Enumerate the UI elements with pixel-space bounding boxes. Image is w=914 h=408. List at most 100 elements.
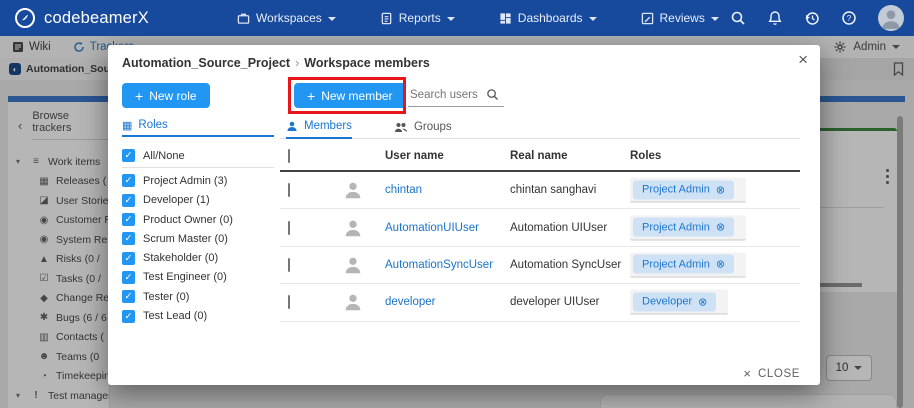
briefcase-icon [237, 12, 250, 25]
tab-members[interactable]: Members [286, 120, 352, 139]
top-menu: Workspaces Reports Dashboards Reviews [237, 11, 719, 25]
column-real-name: Real name [510, 150, 568, 162]
role-chip: Developer⊗ [633, 292, 716, 311]
roles-cell: Project Admin⊗ [630, 178, 746, 203]
role-label: Stakeholder (0) [143, 252, 218, 264]
help-icon[interactable]: ? [841, 10, 857, 26]
role-filter-developer[interactable]: ✓Developer (1) [122, 191, 274, 210]
role-filter-test-lead[interactable]: ✓ Test Lead (0) [122, 306, 274, 325]
role-chip-label: Project Admin [642, 258, 710, 270]
review-icon [641, 12, 654, 25]
chevron-down-icon [711, 17, 719, 21]
menu-reports[interactable]: Reports [380, 11, 455, 25]
roles-cell: Developer⊗ [630, 290, 728, 315]
column-user-name: User name [385, 150, 444, 162]
row-checkbox[interactable] [288, 259, 290, 271]
chevron-down-icon [328, 17, 336, 21]
remove-role-icon[interactable]: ⊗ [716, 221, 725, 234]
new-member-button[interactable]: + New member [294, 83, 406, 108]
breadcrumb-separator: › [295, 56, 299, 70]
members-groups-tabs: Members Groups [280, 115, 800, 139]
tab-groups[interactable]: Groups [394, 121, 452, 138]
role-chip: Project Admin⊗ [633, 180, 734, 199]
role-filter-project-admin[interactable]: ✓Project Admin (3) [122, 171, 274, 190]
members-table: User name Real name Roles chintan chinta… [280, 141, 800, 322]
close-label: CLOSE [758, 368, 800, 380]
chevron-down-icon [589, 17, 597, 21]
tab-roles[interactable]: ▦ Roles [122, 115, 274, 137]
top-nav-right: ? [730, 5, 914, 31]
remove-role-icon[interactable]: ⊗ [716, 258, 725, 271]
checkbox-checked[interactable]: ✓ [122, 290, 135, 303]
menu-label: Workspaces [256, 11, 322, 25]
top-nav: codebeamerX Workspaces Reports Dashboard… [0, 0, 914, 36]
real-name: Automation SyncUser [510, 259, 621, 271]
members-tab-label: Members [304, 120, 352, 132]
row-checkbox[interactable] [288, 184, 290, 196]
role-label: Tester (0) [143, 291, 189, 303]
menu-label: Dashboards [518, 11, 583, 25]
role-filter-tester[interactable]: ✓ Tester (0) [122, 287, 274, 306]
username-link[interactable]: AutomationSyncUser [385, 259, 493, 271]
remove-role-icon[interactable]: ⊗ [716, 183, 725, 196]
report-icon [380, 12, 393, 25]
history-icon[interactable] [804, 10, 820, 26]
username-link[interactable]: AutomationUIUser [385, 222, 479, 234]
menu-dashboards[interactable]: Dashboards [499, 11, 597, 25]
search-icon[interactable] [486, 88, 499, 101]
role-filter-stakeholder[interactable]: ✓ Stakeholder (0) [122, 248, 274, 267]
role-filter-test-engineer[interactable]: ✓Test Engineer (0) [122, 268, 274, 287]
row-checkbox[interactable] [288, 222, 290, 234]
members-panel: Members Groups User name Real name Roles [280, 115, 800, 322]
avatar [342, 217, 364, 239]
role-label: Test Lead (0) [143, 310, 207, 322]
search-users-input[interactable] [408, 88, 486, 102]
username-link[interactable]: chintan [385, 184, 422, 196]
real-name: chintan sanghavi [510, 184, 596, 196]
avatar [342, 254, 364, 276]
search-icon[interactable] [730, 10, 746, 26]
checkbox-checked[interactable]: ✓ [122, 194, 135, 207]
roles-cell: Project Admin⊗ [630, 215, 746, 240]
brand[interactable]: codebeamerX [0, 7, 149, 29]
notifications-bell-icon[interactable] [767, 10, 783, 26]
checkbox-checked[interactable]: ✓ [122, 310, 135, 323]
remove-role-icon[interactable]: ⊗ [698, 295, 707, 308]
close-button[interactable]: × CLOSE [743, 366, 800, 381]
checkbox-checked[interactable]: ✓ [122, 174, 135, 187]
new-role-label: New role [149, 89, 196, 103]
table-row: chintan chintan sanghavi Project Admin⊗ [280, 172, 800, 209]
checkbox-checked[interactable]: ✓ [122, 252, 135, 265]
real-name: Automation UIUser [510, 222, 607, 234]
row-checkbox[interactable] [288, 296, 290, 308]
role-filter-product-owner[interactable]: ✓Product Owner (0) [122, 210, 274, 229]
roles-panel: ▦ Roles ✓ All/None ✓Project Admin (3) ✓De… [122, 115, 274, 326]
breadcrumb-project[interactable]: Automation_Source_Project [122, 56, 290, 70]
roles-icon: ▦ [122, 119, 132, 132]
role-filter-all-none[interactable]: ✓ All/None [122, 146, 274, 165]
select-all-checkbox[interactable] [288, 150, 290, 162]
menu-reviews[interactable]: Reviews [641, 11, 719, 25]
checkbox-checked[interactable]: ✓ [122, 149, 135, 162]
close-icon[interactable]: × [798, 51, 808, 68]
checkbox-checked[interactable]: ✓ [122, 213, 135, 226]
avatar [342, 291, 364, 313]
checkbox-checked[interactable]: ✓ [122, 232, 135, 245]
menu-workspaces[interactable]: Workspaces [237, 11, 336, 25]
real-name: developer UIUser [510, 296, 599, 308]
user-avatar[interactable] [878, 5, 904, 31]
role-label: All/None [143, 150, 185, 162]
username-link[interactable]: developer [385, 296, 436, 308]
avatar [342, 179, 364, 201]
menu-label: Reviews [660, 11, 705, 25]
role-chip: Project Admin⊗ [633, 218, 734, 237]
divider [122, 167, 274, 168]
table-row: AutomationSyncUser Automation SyncUser P… [280, 247, 800, 284]
close-icon: × [743, 366, 751, 381]
role-filter-scrum-master[interactable]: ✓Scrum Master (0) [122, 229, 274, 248]
groups-tab-label: Groups [414, 121, 452, 133]
new-role-button[interactable]: + New role [122, 83, 210, 108]
codebeamer-logo-icon [14, 7, 36, 29]
checkbox-checked[interactable]: ✓ [122, 271, 135, 284]
table-header-row: User name Real name Roles [280, 141, 800, 172]
